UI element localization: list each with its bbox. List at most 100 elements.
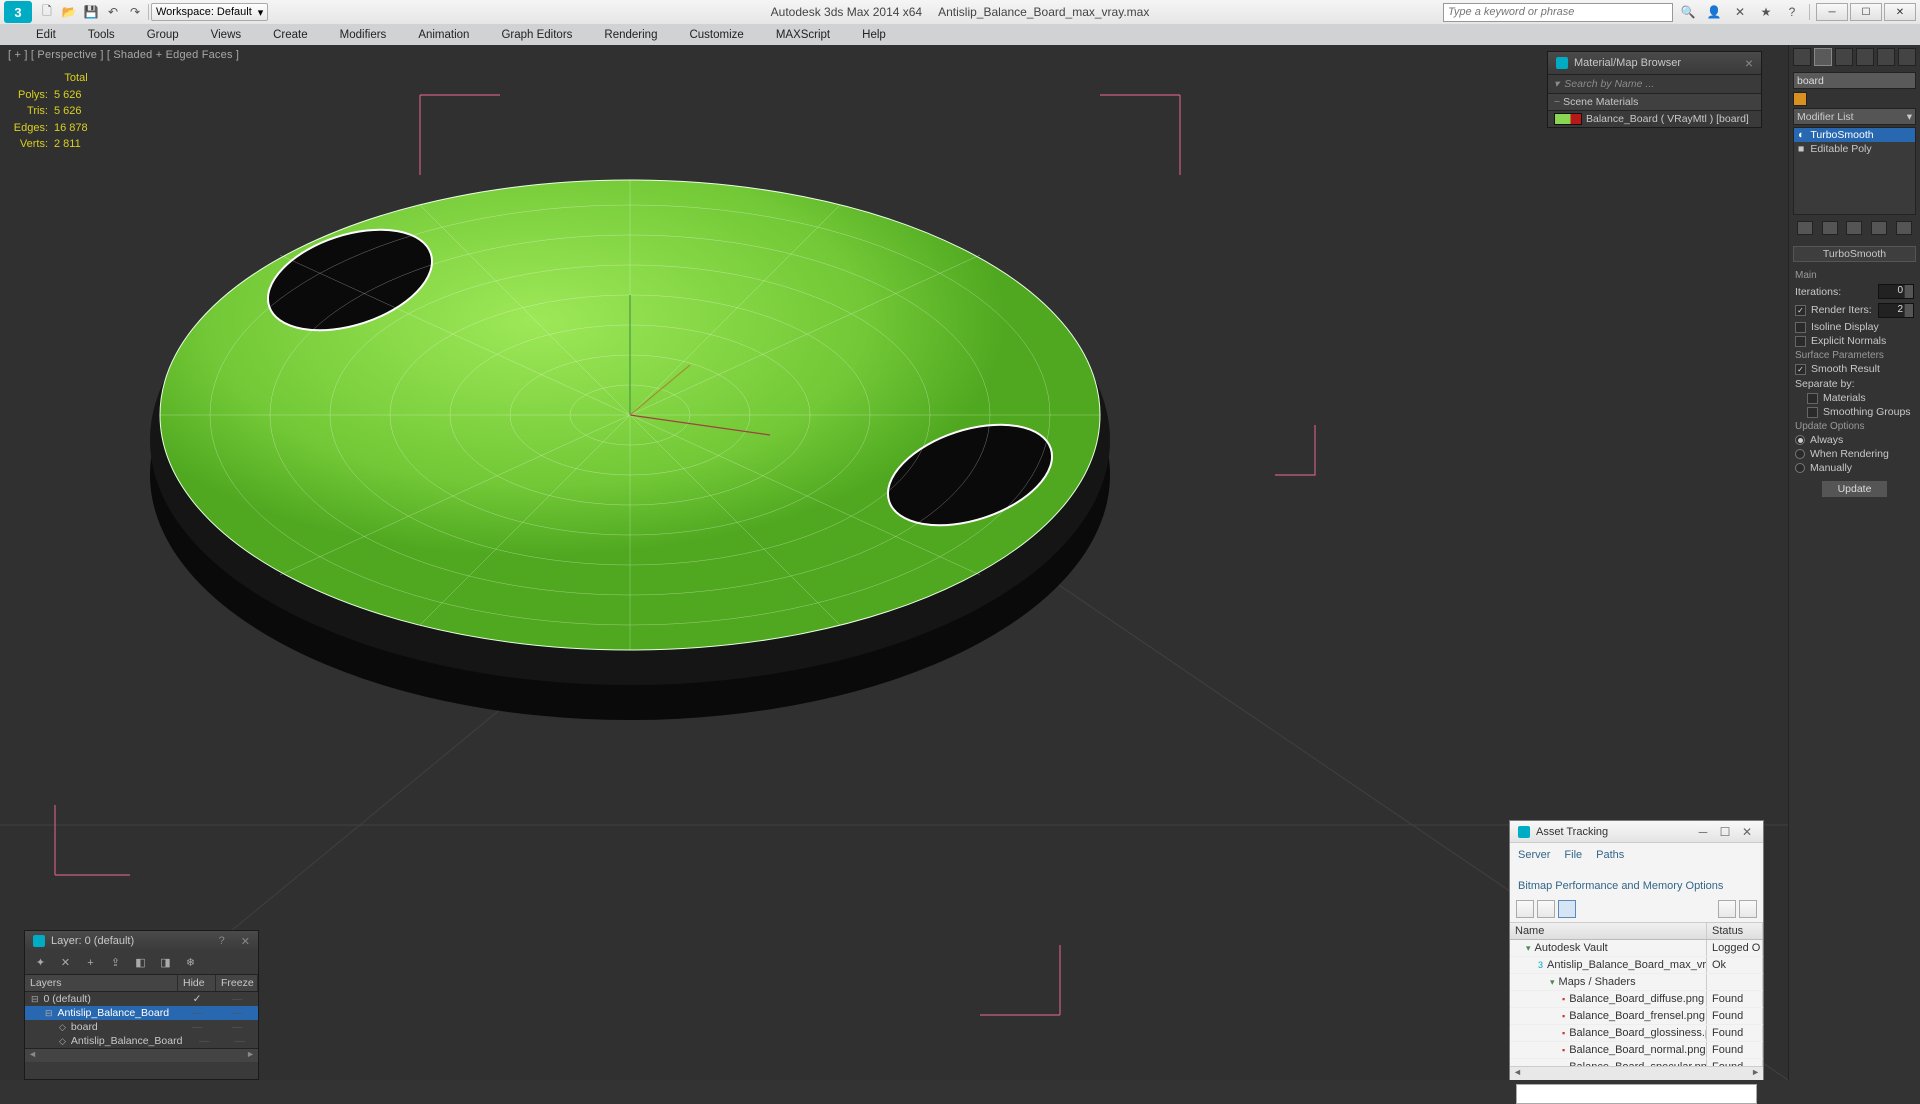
modifier-stack-item[interactable]: ◐ TurboSmooth bbox=[1794, 128, 1915, 142]
lightbulb-icon[interactable]: ◐ bbox=[1798, 129, 1804, 141]
table-view-icon[interactable] bbox=[1558, 900, 1576, 918]
isoline-checkbox[interactable] bbox=[1795, 322, 1806, 333]
when-rendering-radio[interactable] bbox=[1795, 449, 1805, 459]
add-to-layer-icon[interactable]: + bbox=[83, 955, 98, 970]
menu-bitmap-options[interactable]: Bitmap Performance and Memory Options bbox=[1518, 878, 1723, 895]
menu-modifiers[interactable]: Modifiers bbox=[334, 27, 393, 43]
freeze-toggle[interactable]: — bbox=[216, 1021, 258, 1033]
update-button[interactable]: Update bbox=[1821, 480, 1889, 498]
manually-radio[interactable] bbox=[1795, 463, 1805, 473]
asset-row[interactable]: ▪Balance_Board_normal.pngFound bbox=[1510, 1042, 1763, 1059]
hide-toggle[interactable]: — bbox=[178, 1007, 216, 1019]
smooth-result-checkbox[interactable]: ✓ bbox=[1795, 364, 1806, 375]
infocenter-search-input[interactable] bbox=[1443, 3, 1673, 22]
hide-toggle[interactable]: — bbox=[178, 1021, 216, 1033]
layer-row[interactable]: ◇Antislip_Balance_Board—— bbox=[25, 1034, 258, 1048]
configure-sets-icon[interactable] bbox=[1896, 221, 1912, 235]
close-icon[interactable]: ✕ bbox=[1739, 825, 1755, 839]
asset-row[interactable]: ▪Balance_Board_specular.pngFound bbox=[1510, 1059, 1763, 1066]
menu-views[interactable]: Views bbox=[205, 27, 247, 43]
explicit-normals-checkbox[interactable] bbox=[1795, 336, 1806, 347]
hierarchy-tab-icon[interactable] bbox=[1835, 48, 1853, 66]
freeze-toggle[interactable]: — bbox=[216, 1007, 258, 1019]
smoothing-groups-checkbox[interactable] bbox=[1807, 407, 1818, 418]
column-freeze-header[interactable]: Freeze bbox=[216, 975, 258, 991]
menu-animation[interactable]: Animation bbox=[412, 27, 475, 43]
save-icon[interactable]: 💾 bbox=[82, 3, 100, 21]
menu-maxscript[interactable]: MAXScript bbox=[770, 27, 836, 43]
new-icon[interactable]: 🗋 bbox=[38, 3, 56, 21]
help-icon[interactable] bbox=[1739, 900, 1757, 918]
menu-server[interactable]: Server bbox=[1518, 847, 1550, 864]
app-logo-icon[interactable]: 3 bbox=[4, 1, 32, 23]
rollout-title[interactable]: TurboSmooth bbox=[1793, 246, 1916, 262]
column-status-header[interactable]: Status bbox=[1707, 923, 1763, 939]
layer-row[interactable]: ⊟0 (default)✓— bbox=[25, 992, 258, 1006]
refresh-icon[interactable] bbox=[1516, 900, 1534, 918]
hide-icon[interactable]: ◨ bbox=[158, 955, 173, 970]
materials-checkbox[interactable] bbox=[1807, 393, 1818, 404]
create-tab-icon[interactable] bbox=[1793, 48, 1811, 66]
material-search-input[interactable]: ▾ Search by Name ... bbox=[1548, 74, 1761, 94]
open-icon[interactable]: 📂 bbox=[60, 3, 78, 21]
maximize-icon[interactable]: ☐ bbox=[1717, 825, 1733, 839]
modifier-stack-item[interactable]: ■ Editable Poly bbox=[1794, 142, 1915, 156]
maximize-button[interactable]: ☐ bbox=[1850, 3, 1882, 21]
asset-row[interactable]: ▾Autodesk VaultLogged O bbox=[1510, 940, 1763, 957]
menu-group[interactable]: Group bbox=[141, 27, 185, 43]
highlight-icon[interactable]: ◧ bbox=[133, 955, 148, 970]
motion-tab-icon[interactable] bbox=[1856, 48, 1874, 66]
horizontal-scrollbar[interactable] bbox=[25, 1048, 258, 1062]
asset-row[interactable]: ▾Maps / Shaders bbox=[1510, 974, 1763, 991]
close-icon[interactable]: ✕ bbox=[241, 935, 250, 948]
freeze-icon[interactable]: ❄ bbox=[183, 955, 198, 970]
new-layer-icon[interactable]: ✦ bbox=[33, 955, 48, 970]
favorite-icon[interactable]: ★ bbox=[1757, 3, 1775, 21]
options-icon[interactable] bbox=[1718, 900, 1736, 918]
delete-layer-icon[interactable]: ✕ bbox=[58, 955, 73, 970]
menu-help[interactable]: Help bbox=[856, 27, 892, 43]
menu-customize[interactable]: Customize bbox=[683, 27, 749, 43]
asset-row[interactable]: ▪Balance_Board_diffuse.pngFound bbox=[1510, 991, 1763, 1008]
menu-rendering[interactable]: Rendering bbox=[598, 27, 663, 43]
make-unique-icon[interactable] bbox=[1846, 221, 1862, 235]
redo-icon[interactable]: ↷ bbox=[126, 3, 144, 21]
modify-tab-icon[interactable] bbox=[1814, 48, 1832, 66]
select-objects-icon[interactable]: ⇪ bbox=[108, 955, 123, 970]
column-hide-header[interactable]: Hide bbox=[178, 975, 216, 991]
help-icon[interactable]: ? bbox=[1783, 3, 1801, 21]
display-tab-icon[interactable] bbox=[1877, 48, 1895, 66]
undo-icon[interactable]: ↶ bbox=[104, 3, 122, 21]
object-color-swatch[interactable] bbox=[1793, 92, 1807, 106]
freeze-toggle[interactable]: — bbox=[216, 993, 258, 1005]
asset-row[interactable]: ▪Balance_Board_frensel.pngFound bbox=[1510, 1008, 1763, 1025]
column-layers-header[interactable]: Layers bbox=[25, 975, 178, 991]
close-icon[interactable]: × bbox=[1745, 55, 1753, 71]
hide-toggle[interactable]: ✓ bbox=[178, 993, 216, 1005]
layer-row[interactable]: ◇board—— bbox=[25, 1020, 258, 1034]
layer-row[interactable]: ⊟Antislip_Balance_Board—— bbox=[25, 1006, 258, 1020]
workspace-dropdown[interactable]: Workspace: Default ▾ bbox=[151, 3, 268, 21]
column-name-header[interactable]: Name bbox=[1510, 923, 1707, 939]
asset-row[interactable]: 3Antislip_Balance_Board_max_vray.maxOk bbox=[1510, 957, 1763, 974]
menu-create[interactable]: Create bbox=[267, 27, 314, 43]
exchange-icon[interactable]: ✕ bbox=[1731, 3, 1749, 21]
pin-stack-icon[interactable] bbox=[1797, 221, 1813, 235]
asset-row[interactable]: ▪Balance_Board_glossiness.pngFound bbox=[1510, 1025, 1763, 1042]
remove-modifier-icon[interactable] bbox=[1871, 221, 1887, 235]
scene-materials-section[interactable]: − Scene Materials bbox=[1548, 94, 1761, 111]
render-iters-spinner[interactable]: 2 bbox=[1878, 303, 1914, 318]
menu-graph-editors[interactable]: Graph Editors bbox=[495, 27, 578, 43]
modifier-stack[interactable]: ◐ TurboSmooth ■ Editable Poly bbox=[1793, 127, 1916, 215]
menu-paths[interactable]: Paths bbox=[1596, 847, 1624, 864]
show-end-result-icon[interactable] bbox=[1822, 221, 1838, 235]
search-icon[interactable]: 🔍 bbox=[1679, 3, 1697, 21]
object-name-input[interactable] bbox=[1793, 72, 1916, 89]
modifier-list-dropdown[interactable]: Modifier List ▾ bbox=[1793, 108, 1916, 125]
asset-search-input[interactable] bbox=[1516, 1084, 1757, 1104]
signin-icon[interactable]: 👤 bbox=[1705, 3, 1723, 21]
close-button[interactable]: ✕ bbox=[1884, 3, 1916, 21]
hide-toggle[interactable]: — bbox=[187, 1035, 221, 1047]
menu-file[interactable]: File bbox=[1564, 847, 1582, 864]
help-icon[interactable]: ? bbox=[219, 935, 225, 947]
